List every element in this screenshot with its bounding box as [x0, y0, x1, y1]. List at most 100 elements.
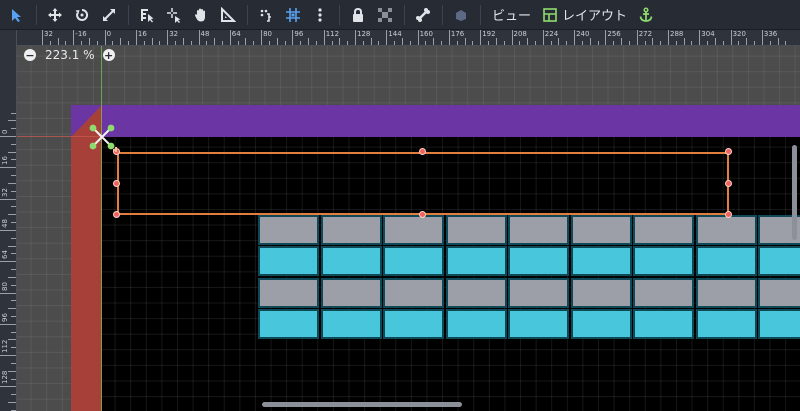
brick-tile-gray[interactable]: [508, 277, 569, 308]
ruler-major-tick: [699, 30, 701, 45]
ruler-minor-tick: [581, 41, 583, 45]
brick-tile-cyan[interactable]: [695, 308, 757, 339]
brick-tile-gray[interactable]: [633, 215, 694, 245]
snap-icon: [260, 9, 271, 22]
brick-tile-cyan[interactable]: [758, 246, 800, 277]
ruler-minor-tick: [206, 41, 208, 45]
brick-tile-cyan[interactable]: [258, 308, 319, 339]
handle-bottom-right[interactable]: [725, 211, 732, 218]
ruler-minor-tick: [550, 41, 552, 45]
zoom-in-button[interactable]: +: [102, 49, 115, 61]
ruler-major-tick: [542, 30, 544, 45]
horizontal-ruler[interactable]: 32 -16 0 16 32 48 64 80 96 112 128 144 160 176 192 208 2…: [16, 30, 800, 46]
ruler-minor-tick: [456, 41, 458, 45]
vertical-scrollbar[interactable]: [792, 145, 797, 240]
move-tool-button[interactable]: [42, 2, 68, 28]
brick-tile-gray[interactable]: [258, 277, 319, 308]
skeleton-toggle[interactable]: [410, 2, 436, 28]
brick-tile-cyan[interactable]: [508, 308, 569, 339]
brick-tile-gray[interactable]: [383, 277, 444, 308]
brick-tile-cyan[interactable]: [320, 246, 382, 277]
ruler-tool-button[interactable]: [215, 2, 241, 28]
group-toggle[interactable]: [372, 2, 398, 28]
brick-tile-gray[interactable]: [320, 277, 382, 308]
ruler-minor-tick: [268, 41, 270, 45]
brick-tile-gray[interactable]: [320, 215, 382, 245]
ruler-minor-tick: [628, 41, 630, 45]
ruler-major-tick: [229, 30, 231, 45]
ruler-minor-tick: [11, 222, 16, 224]
list-select-tool-button[interactable]: [134, 2, 160, 28]
ruler-major-tick: [261, 30, 263, 45]
handle-top-right[interactable]: [725, 148, 732, 155]
lock-toggle[interactable]: [345, 2, 371, 28]
ruler-minor-tick: [11, 362, 16, 364]
brick-tile-cyan[interactable]: [320, 308, 382, 339]
handle-bottom-left[interactable]: [113, 211, 120, 218]
brick-tile-cyan[interactable]: [508, 246, 569, 277]
lock-icon: [353, 7, 363, 22]
grid-snap-toggle[interactable]: [280, 2, 306, 28]
brick-tile-cyan[interactable]: [258, 246, 319, 277]
ruler-label: 32: [169, 30, 179, 38]
pivot-anchor-icon[interactable]: [87, 122, 117, 152]
ruler-minor-tick: [175, 41, 177, 45]
ruler-label: 304: [701, 30, 715, 38]
scale-tool-button[interactable]: [96, 2, 122, 28]
zoom-out-button[interactable]: −: [24, 49, 36, 61]
handle-right[interactable]: [725, 179, 732, 187]
brick-tile-cyan[interactable]: [633, 246, 694, 277]
brick-tile-cyan[interactable]: [695, 246, 757, 277]
horizontal-scrollbar[interactable]: [262, 402, 462, 407]
handle-bottom[interactable]: [419, 211, 426, 218]
handle-left[interactable]: [113, 179, 120, 187]
brick-tile-gray[interactable]: [570, 215, 632, 245]
ruler-major-tick: [0, 261, 16, 263]
toolbar-separator: [339, 4, 340, 25]
brick-tile-gray[interactable]: [383, 215, 444, 245]
ruler-label: 32: [44, 30, 53, 38]
vertical-ruler[interactable]: 0 16 32 48 64 80 96 112 128: [0, 30, 17, 411]
ruler-minor-tick: [503, 41, 505, 45]
brick-tile-cyan[interactable]: [633, 308, 694, 339]
selected-node-rect[interactable]: [117, 152, 729, 215]
brick-tile-gray[interactable]: [508, 215, 569, 245]
view-menu[interactable]: ビュー: [486, 2, 537, 28]
ruler-major-tick: [448, 30, 450, 45]
ruler-minor-tick: [597, 41, 599, 45]
brick-tile-gray[interactable]: [258, 215, 319, 245]
layout-menu[interactable]: レイアウト: [537, 2, 633, 28]
brick-tile-cyan[interactable]: [383, 308, 444, 339]
camera-override-button[interactable]: [448, 2, 474, 28]
brick-tile-cyan[interactable]: [570, 308, 632, 339]
ruler-label: 240: [576, 30, 590, 38]
brick-tile-gray[interactable]: [633, 277, 694, 308]
brick-tile-gray[interactable]: [445, 215, 507, 245]
brick-tile-cyan[interactable]: [445, 308, 507, 339]
brick-tile-cyan[interactable]: [445, 246, 507, 277]
ruler-minor-tick: [488, 41, 490, 45]
handle-top[interactable]: [419, 148, 426, 155]
brick-tile-gray[interactable]: [695, 277, 757, 308]
ruler-major-tick: [0, 167, 16, 169]
brick-tile-cyan[interactable]: [758, 308, 800, 339]
pan-tool-button[interactable]: [188, 2, 214, 28]
snap-options-menu[interactable]: [307, 2, 333, 28]
brick-tile-gray[interactable]: [695, 215, 757, 245]
brick-tile-cyan[interactable]: [383, 246, 444, 277]
ruler-major-tick: [73, 30, 75, 45]
brick-tile-gray[interactable]: [445, 277, 507, 308]
brick-tile-cyan[interactable]: [570, 246, 632, 277]
pivot-tool-button[interactable]: [161, 2, 187, 28]
zoom-level[interactable]: 223.1 %: [45, 48, 95, 62]
select-tool-button[interactable]: [4, 2, 30, 28]
top-wall-panel[interactable]: [71, 105, 800, 137]
ruler-minor-tick: [8, 276, 16, 278]
rotate-tool-button[interactable]: [69, 2, 95, 28]
smart-snap-toggle[interactable]: [253, 2, 279, 28]
canvas-viewport[interactable]: [17, 46, 800, 411]
anchor-button[interactable]: [633, 2, 659, 28]
ruler-minor-tick: [96, 41, 98, 45]
brick-tile-gray[interactable]: [570, 277, 632, 308]
brick-tile-gray[interactable]: [758, 277, 800, 308]
